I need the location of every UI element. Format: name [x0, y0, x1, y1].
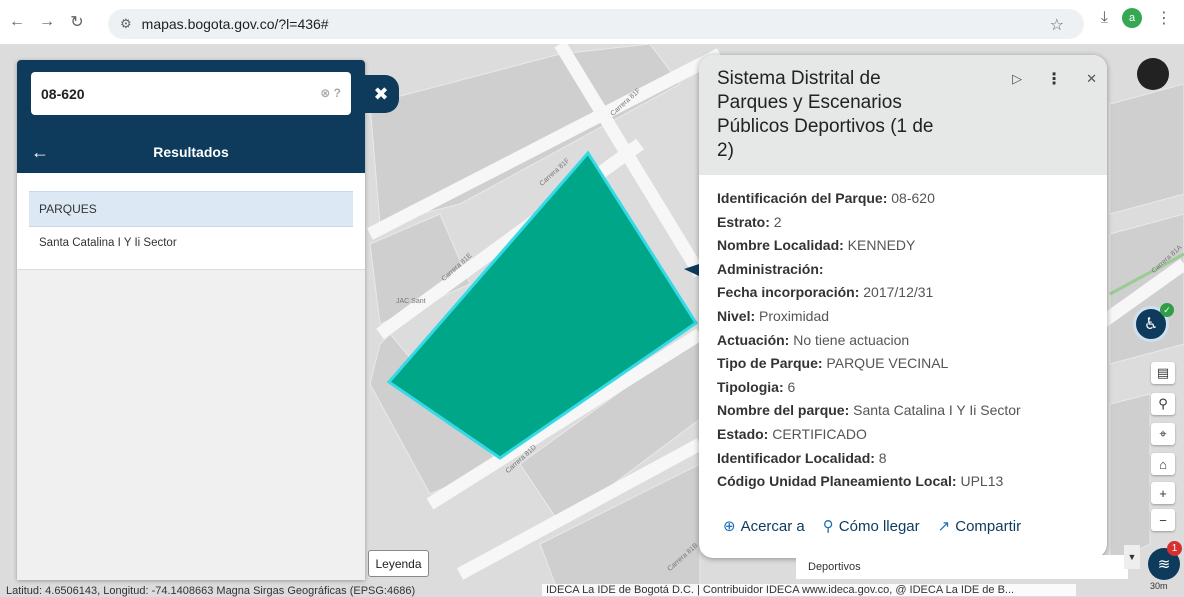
field-row: Tipo de Parque: PARQUE VECINAL [717, 355, 949, 372]
search-input[interactable]: 08-620 ⊗ ? [31, 72, 351, 115]
results-bar: ← Resultados [17, 132, 365, 172]
field-row: Actuación: No tiene actuacion [717, 331, 910, 348]
zoom-in-icon: ⊕ [723, 518, 736, 535]
profile-avatar[interactable]: a [1122, 8, 1142, 28]
close-icon[interactable]: ✕ [1086, 71, 1097, 87]
field-row: Nombre del parque: Santa Catalina I Y Ii… [717, 402, 1021, 419]
back-icon[interactable]: ← [4, 9, 30, 35]
popup-actions: ⊕ Acercar a ⚲ Cómo llegar ↗ Compartir [723, 517, 1021, 536]
locate-icon[interactable]: ⌖ [1151, 423, 1175, 445]
result-item[interactable]: Santa Catalina I Y Ii Sector [29, 227, 353, 255]
field-row: Administración: [717, 260, 824, 277]
layers-count-badge: 1 [1167, 541, 1182, 556]
results-category: PARQUES [29, 191, 353, 227]
field-row: Fecha incorporación: 2017/12/31 [717, 284, 934, 301]
basemap-icon[interactable]: ▤ [1151, 362, 1175, 384]
layer-select[interactable]: Deportivos [796, 555, 1128, 579]
reload-icon[interactable]: ↻ [64, 9, 90, 35]
map-attribution: IDECA La IDE de Bogotá D.C. | Contribuid… [542, 584, 1076, 596]
results-title: Resultados [153, 144, 229, 160]
user-account-icon[interactable] [1137, 58, 1169, 90]
field-row: Nombre Localidad: KENNEDY [717, 237, 916, 254]
field-row: Nivel: Proximidad [717, 307, 830, 324]
zoom-to-button[interactable]: ⊕ Acercar a [723, 517, 805, 536]
feature-info-popup: Sistema Distrital de Parques y Escenario… [699, 55, 1107, 558]
field-row: Identificación del Parque: 08-620 [717, 190, 935, 206]
place-label: JAC Sant [396, 298, 426, 305]
route-icon: ⚲ [822, 518, 834, 535]
clear-search-icon[interactable]: ⊗ ? [320, 86, 341, 100]
legend-button[interactable]: Leyenda [368, 550, 429, 577]
popup-menu-icon[interactable]: ⋮ [1046, 69, 1062, 89]
share-icon: ↗ [937, 518, 951, 535]
browser-toolbar: ← → ↻ ⚙ mapas.bogota.gov.co/?l=436# ☆ ⤓ … [0, 0, 1184, 44]
next-feature-icon[interactable]: ▷ [1012, 71, 1022, 87]
directions-button[interactable]: ⚲ Cómo llegar [822, 517, 920, 536]
close-panel-button[interactable]: ✖ [363, 75, 399, 113]
chevron-down-icon[interactable]: ▼ [1124, 545, 1140, 569]
street-view-icon[interactable]: ⚲ [1151, 393, 1175, 415]
site-info-icon[interactable]: ⚙ [120, 16, 132, 32]
search-header: 08-620 ⊗ ? ← Resultados [17, 60, 365, 173]
popup-fields: Identificación del Parque: 08-620 Estrat… [699, 175, 1107, 494]
scale-bar: 30m [1150, 581, 1168, 591]
field-row: Estado: CERTIFICADO [717, 425, 867, 442]
search-input-value: 08-620 [41, 85, 85, 102]
results-list: PARQUES Santa Catalina I Y Ii Sector [17, 173, 365, 270]
menu-kebab-icon[interactable]: ⋮ [1156, 8, 1172, 28]
download-icon[interactable]: ⤓ [1101, 9, 1108, 27]
search-results-panel: 08-620 ⊗ ? ← Resultados PARQUES Santa Ca… [17, 60, 365, 580]
field-row: Identificador Localidad: 8 [717, 449, 887, 466]
back-arrow-icon[interactable]: ← [31, 142, 49, 163]
home-icon[interactable]: ⌂ [1151, 453, 1175, 475]
zoom-in-button[interactable]: + [1151, 482, 1175, 504]
popup-header: Sistema Distrital de Parques y Escenario… [699, 55, 1107, 175]
popup-title: Sistema Distrital de Parques y Escenario… [717, 68, 934, 161]
url-text: mapas.bogota.gov.co/?l=436# [141, 16, 329, 32]
coordinates-readout: Latitud: 4.6506143, Longitud: -74.140866… [6, 585, 416, 597]
zoom-out-button[interactable]: − [1151, 509, 1175, 531]
forward-icon[interactable]: → [34, 9, 60, 35]
bookmark-star-icon[interactable]: ☆ [1050, 15, 1064, 35]
share-button[interactable]: ↗ Compartir [937, 517, 1021, 536]
field-row: Estrato: 2 [717, 213, 782, 230]
address-bar[interactable]: ⚙ mapas.bogota.gov.co/?l=436# ☆ [108, 9, 1084, 39]
check-icon: ✓ [1160, 303, 1174, 317]
field-row: Código Unidad Planeamiento Local: UPL13 [717, 473, 1004, 490]
field-row: Tipologia: 6 [717, 378, 796, 395]
